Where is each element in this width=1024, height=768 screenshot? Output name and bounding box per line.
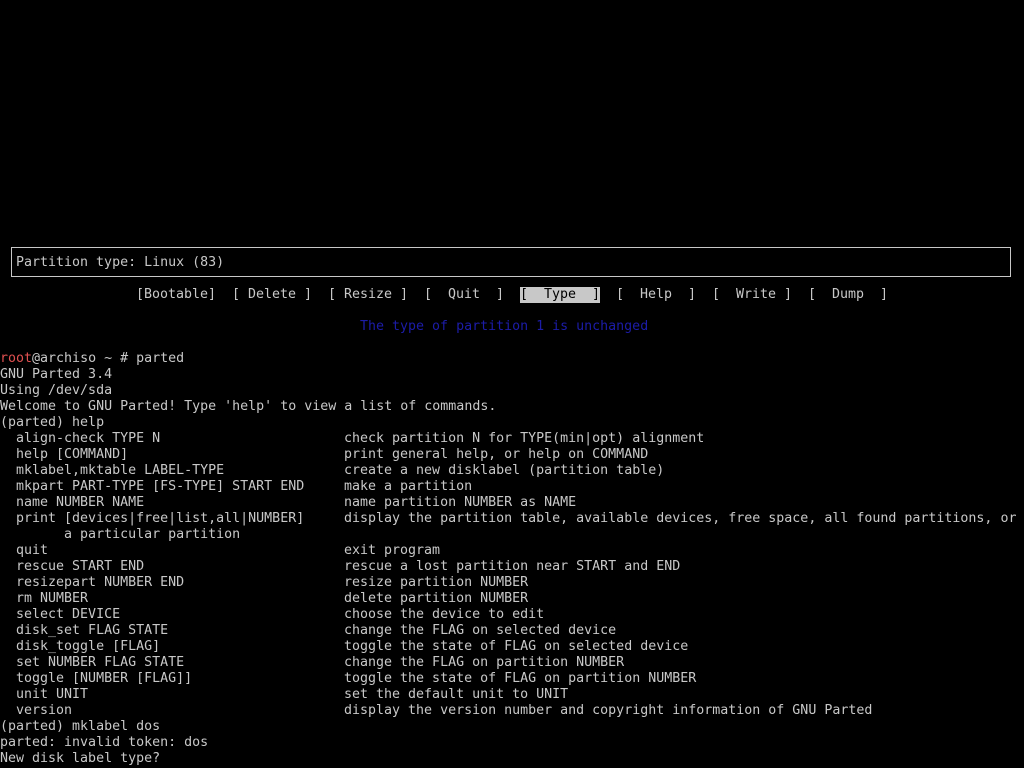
help-command: help [COMMAND] xyxy=(0,447,129,462)
help-description: rescue a lost partition near START and E… xyxy=(344,559,681,574)
help-description: toggle the state of FLAG on partition NU… xyxy=(344,671,697,686)
terminal-line: (parted) mklabel dos xyxy=(0,719,161,734)
help-description: resize partition NUMBER xyxy=(344,575,529,590)
help-row: name NUMBER NAME name partition NUMBER as… xyxy=(0,495,1024,511)
help-description: choose the device to edit xyxy=(344,607,545,622)
terminal-input-prompt[interactable]: New disk label type? xyxy=(0,751,160,767)
help-command: mklabel,mktable LABEL-TYPE xyxy=(0,463,225,478)
help-description: print general help, or help on COMMAND xyxy=(344,447,649,462)
help-description: display the version number and copyright… xyxy=(344,703,873,718)
help-command: select DEVICE xyxy=(0,607,121,622)
help-row: a particular partition xyxy=(0,527,1024,543)
help-row: version display the version number and co… xyxy=(0,703,1024,719)
help-description: change the FLAG on selected device xyxy=(344,623,617,638)
help-description: check partition N for TYPE(min|opt) alig… xyxy=(344,431,705,446)
help-row: resizepart NUMBER END resize partition NU… xyxy=(0,575,1024,591)
help-command: mkpart PART-TYPE [FS-TYPE] START END xyxy=(0,479,305,494)
help-description: change the FLAG on partition NUMBER xyxy=(344,655,625,670)
help-command: print [devices|free|list,all|NUMBER] xyxy=(0,511,305,526)
help-command: toggle [NUMBER [FLAG]] xyxy=(0,671,193,686)
help-command: rm NUMBER xyxy=(0,591,89,606)
help-row: print [devices|free|list,all|NUMBER] disp… xyxy=(0,511,1024,527)
menu-type-button[interactable]: [ Type ] xyxy=(520,287,601,303)
help-row: select DEVICE choose the device to edit xyxy=(0,607,1024,623)
hint-message: The type of partition 1 is unchanged xyxy=(360,319,649,334)
partition-status-box: Partition type: Linux (83) xyxy=(11,247,1011,277)
help-description: delete partition NUMBER xyxy=(344,591,529,606)
help-row: quit exit program xyxy=(0,543,1024,559)
menu-quit-button[interactable]: [ Quit ] xyxy=(424,287,504,303)
help-description: display the partition table, available d… xyxy=(344,511,1017,526)
help-command: set NUMBER FLAG STATE xyxy=(0,655,185,670)
terminal-line: Welcome to GNU Parted! Type 'help' to vi… xyxy=(0,399,497,414)
terminal-line: GNU Parted 3.4 xyxy=(0,367,113,382)
help-row: align-check TYPE N check partition N for … xyxy=(0,431,1024,447)
help-command: quit xyxy=(0,543,49,558)
help-command: version xyxy=(0,703,73,718)
terminal-line: Using /dev/sda xyxy=(0,383,113,398)
menu-help-button[interactable]: [ Help ] xyxy=(616,287,696,303)
menu-bootable-button[interactable]: [Bootable] xyxy=(136,287,216,303)
menu-resize-button[interactable]: [ Resize ] xyxy=(328,287,408,303)
help-command: rescue START END xyxy=(0,559,145,574)
menu-write-button[interactable]: [ Write ] xyxy=(712,287,792,303)
menu-delete-button[interactable]: [ Delete ] xyxy=(232,287,312,303)
help-row: disk_toggle [FLAG] toggle the state of FL… xyxy=(0,639,1024,655)
menu-dump-button[interactable]: [ Dump ] xyxy=(808,287,888,303)
help-description: exit program xyxy=(344,543,441,558)
help-command: resizepart NUMBER END xyxy=(0,575,185,590)
help-description: toggle the state of FLAG on selected dev… xyxy=(344,639,689,654)
help-command: disk_toggle [FLAG] xyxy=(0,639,161,654)
help-description: name partition NUMBER as NAME xyxy=(344,495,577,510)
help-command: align-check TYPE N xyxy=(0,431,161,446)
prompt-command: @archiso ~ # parted xyxy=(32,351,185,366)
help-row: help [COMMAND] print general help, or hel… xyxy=(0,447,1024,463)
help-command: a particular partition xyxy=(0,527,241,542)
help-row: rm NUMBER delete partition NUMBER xyxy=(0,591,1024,607)
prompt-user: root xyxy=(0,351,33,366)
shell-prompt-line: root@archiso ~ # parted xyxy=(0,351,184,367)
help-command: disk_set FLAG STATE xyxy=(0,623,169,638)
terminal-line: parted: invalid token: dos xyxy=(0,735,209,750)
help-description: make a partition xyxy=(344,479,473,494)
help-row: mkpart PART-TYPE [FS-TYPE] START END make… xyxy=(0,479,1024,495)
terminal-line: (parted) help xyxy=(0,415,105,430)
help-row: disk_set FLAG STATE change the FLAG on se… xyxy=(0,623,1024,639)
help-row: unit UNIT set the default unit to UNIT xyxy=(0,687,1024,703)
help-description: create a new disklabel (partition table) xyxy=(344,463,665,478)
partition-type-status: Partition type: Linux (83) xyxy=(16,255,225,270)
help-row: toggle [NUMBER [FLAG]] toggle the state o… xyxy=(0,671,1024,687)
help-row: mklabel,mktable LABEL-TYPE create a new d… xyxy=(0,463,1024,479)
help-command: name NUMBER NAME xyxy=(0,495,145,510)
help-row: set NUMBER FLAG STATE change the FLAG on … xyxy=(0,655,1024,671)
help-description: set the default unit to UNIT xyxy=(344,687,569,702)
help-row: rescue START END rescue a lost partition … xyxy=(0,559,1024,575)
help-command: unit UNIT xyxy=(0,687,89,702)
